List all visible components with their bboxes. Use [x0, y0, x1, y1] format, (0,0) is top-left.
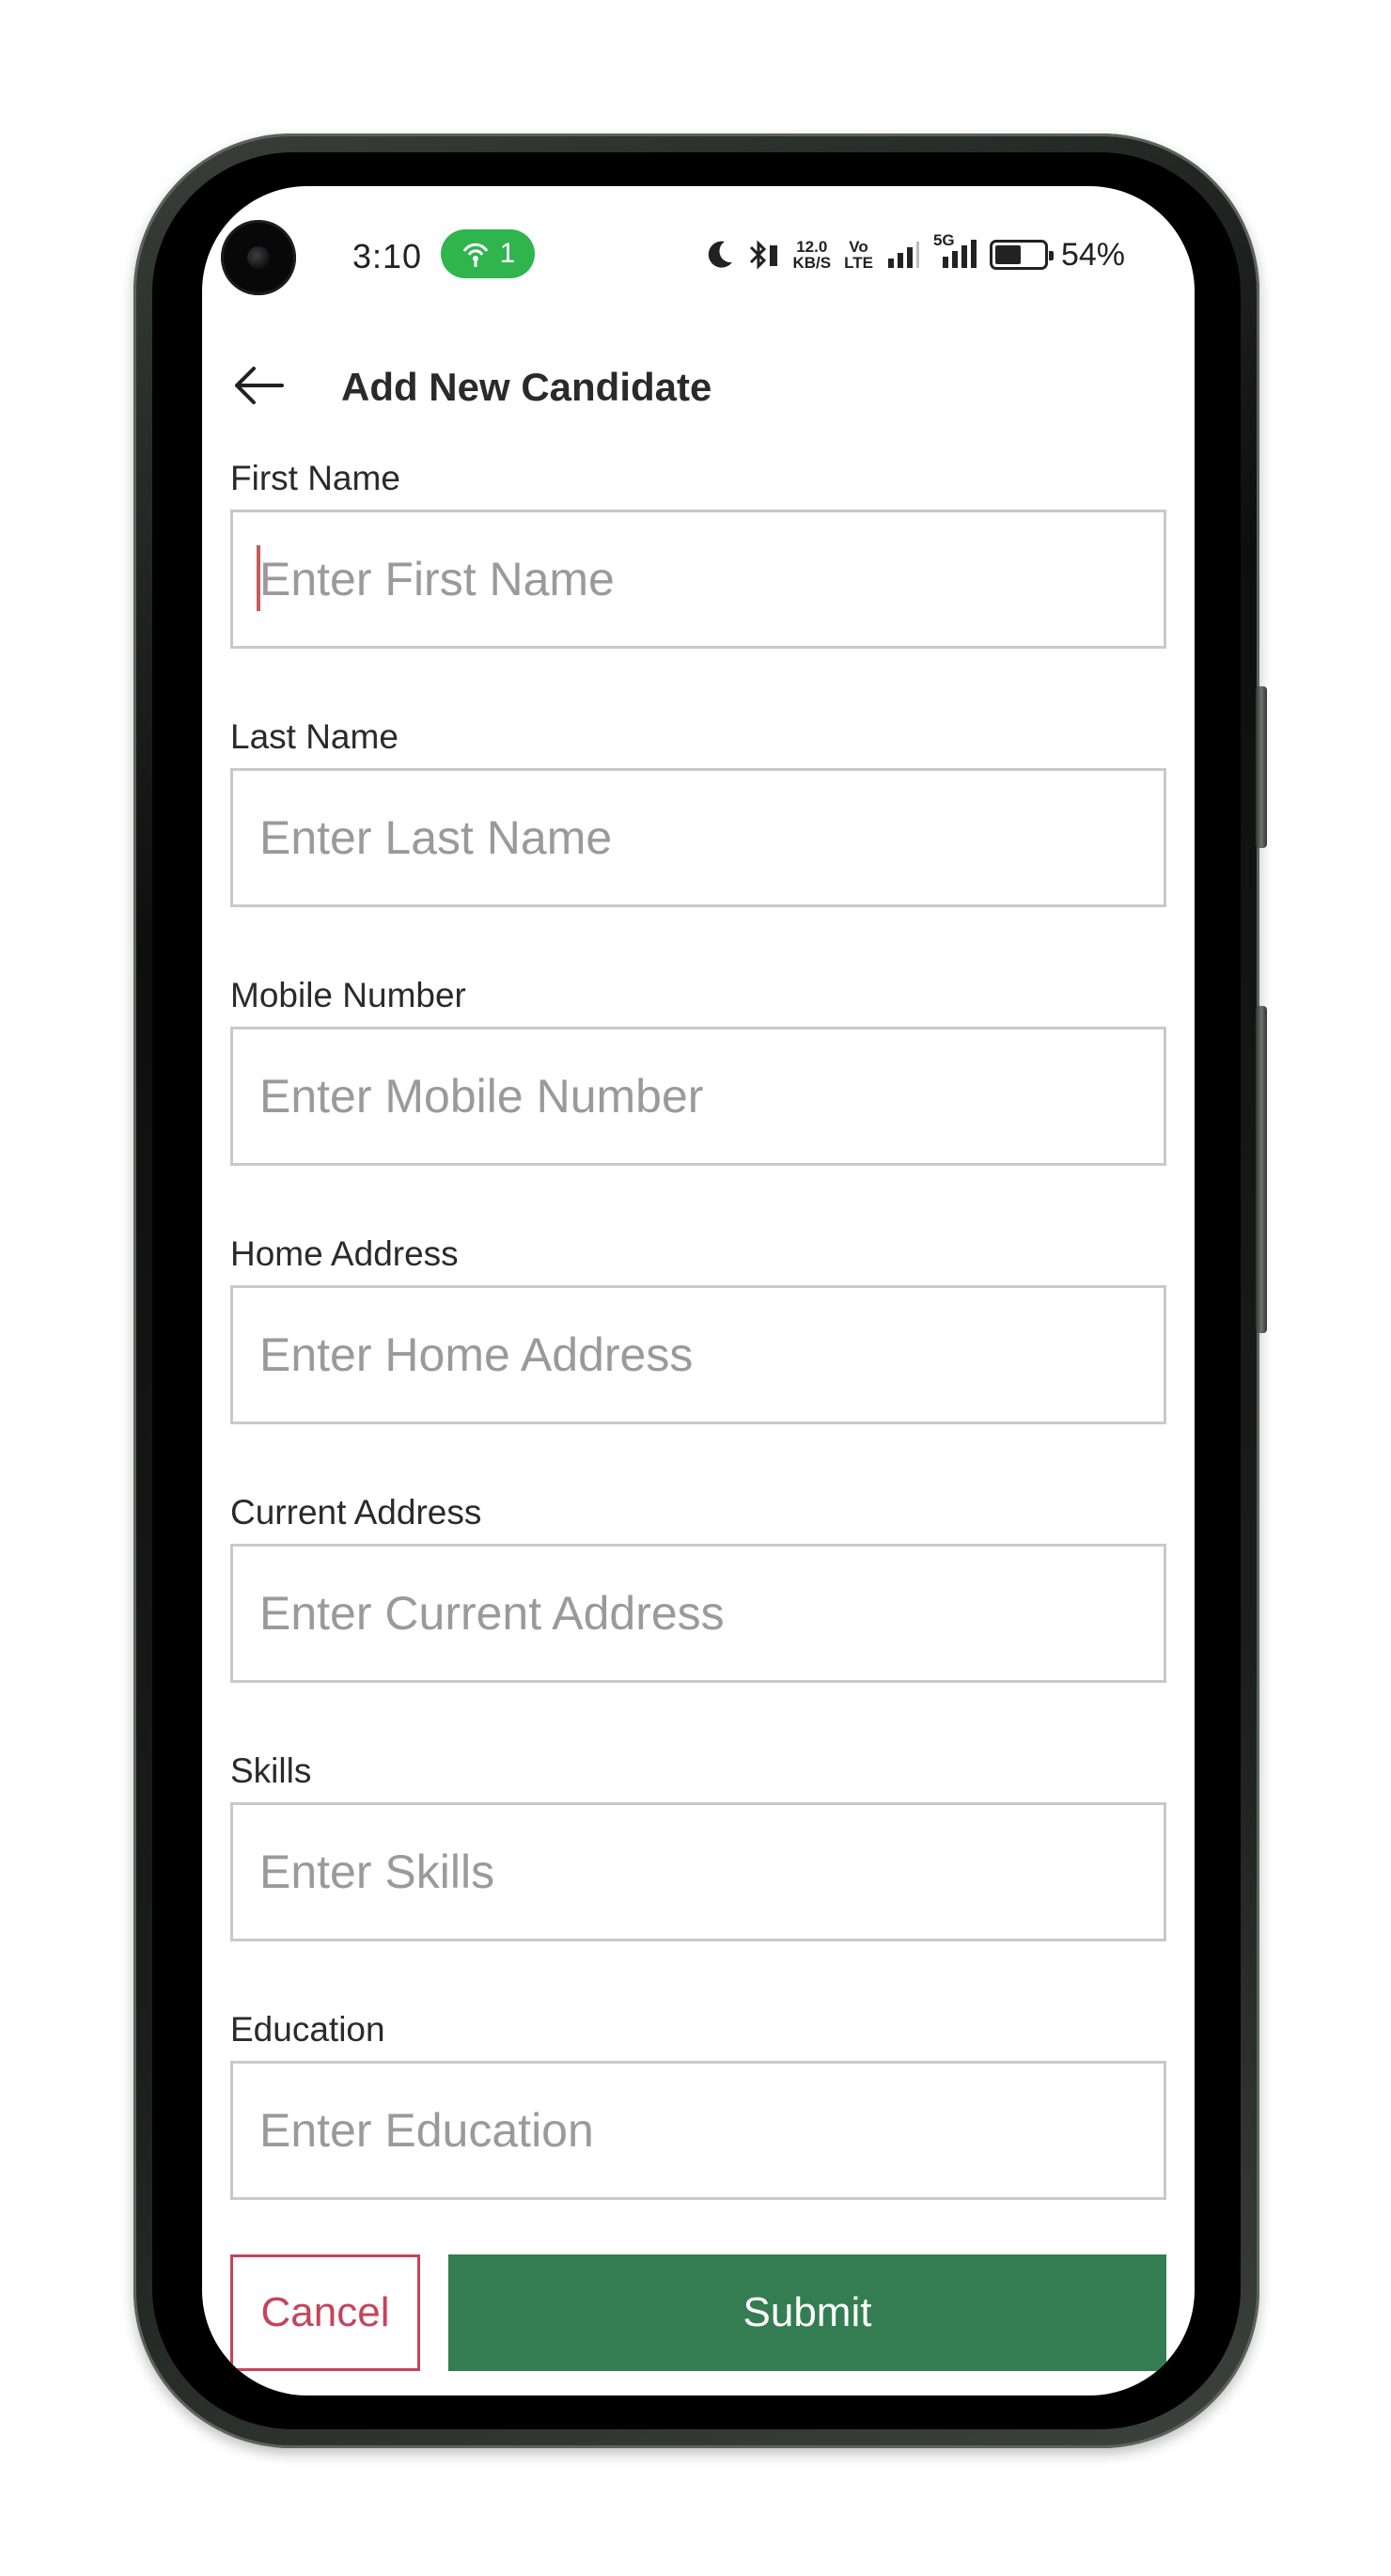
battery-icon [989, 240, 1054, 270]
volte-indicator: Vo LTE [844, 239, 873, 271]
volte-top: Vo [849, 238, 868, 256]
first-name-input[interactable] [230, 510, 1166, 649]
skills-label: Skills [230, 1751, 312, 1790]
arrow-left-icon[interactable] [230, 357, 287, 414]
hotspot-count: 1 [499, 238, 516, 269]
status-time: 3:10 [352, 237, 423, 275]
network-type: 5G [932, 231, 955, 249]
candidate-form: First Name Last Name Mobile Number Home Add… [230, 459, 1166, 2269]
form-field-mobile-number: Mobile Number [230, 976, 1166, 1234]
text-cursor [257, 545, 260, 611]
hotspot-indicator[interactable]: 1 [441, 229, 535, 278]
battery-percent: 54% [1060, 236, 1125, 273]
education-label: Education [230, 2010, 385, 2049]
hotspot-icon [462, 243, 488, 267]
app-bar: Add New Candidate [202, 327, 1195, 449]
form-field-education: Education [230, 2010, 1166, 2269]
form-field-last-name: Last Name [230, 717, 1166, 976]
signal-5g: 5G [933, 232, 977, 270]
home-address-input[interactable] [230, 1285, 1166, 1424]
status-icons: 12.0 KB/S Vo LTE 5G 54% [706, 231, 1125, 278]
page-title: Add New Candidate [341, 365, 712, 409]
network-speed-unit: KB/S [792, 254, 832, 272]
form-field-home-address: Home Address [230, 1234, 1166, 1493]
volume-button [1256, 1006, 1267, 1333]
last-name-input[interactable] [230, 768, 1166, 907]
form-actions: Cancel Submit [230, 2254, 1166, 2371]
current-address-label: Current Address [230, 1493, 482, 1531]
education-input[interactable] [230, 2061, 1166, 2200]
mobile-number-input[interactable] [230, 1027, 1166, 1166]
signal-icon [887, 242, 919, 268]
form-field-first-name: First Name [230, 459, 1166, 717]
skills-input[interactable] [230, 1802, 1166, 1941]
status-bar: 3:10 1 12.0 KB/S Vo LTE 5G 54% [202, 186, 1195, 327]
volte-bottom: LTE [844, 254, 873, 272]
home-address-label: Home Address [230, 1234, 459, 1273]
form-field-current-address: Current Address [230, 1493, 1166, 1751]
first-name-label: First Name [230, 459, 400, 497]
mobile-number-label: Mobile Number [230, 976, 466, 1014]
battery-fill [994, 245, 1021, 264]
power-button [1256, 686, 1267, 848]
last-name-label: Last Name [230, 717, 399, 756]
bluetooth-icon [750, 240, 778, 270]
submit-button[interactable]: Submit [448, 2254, 1166, 2371]
phone-screen: 3:10 1 12.0 KB/S Vo LTE 5G 54% Add New C… [202, 186, 1195, 2395]
network-speed-value: 12.0 [796, 238, 828, 256]
form-field-skills: Skills [230, 1751, 1166, 2010]
camera-icon [221, 220, 296, 295]
moon-icon [709, 241, 733, 268]
cancel-button[interactable]: Cancel [230, 2254, 420, 2371]
network-speed: 12.0 KB/S [792, 239, 831, 271]
current-address-input[interactable] [230, 1544, 1166, 1683]
